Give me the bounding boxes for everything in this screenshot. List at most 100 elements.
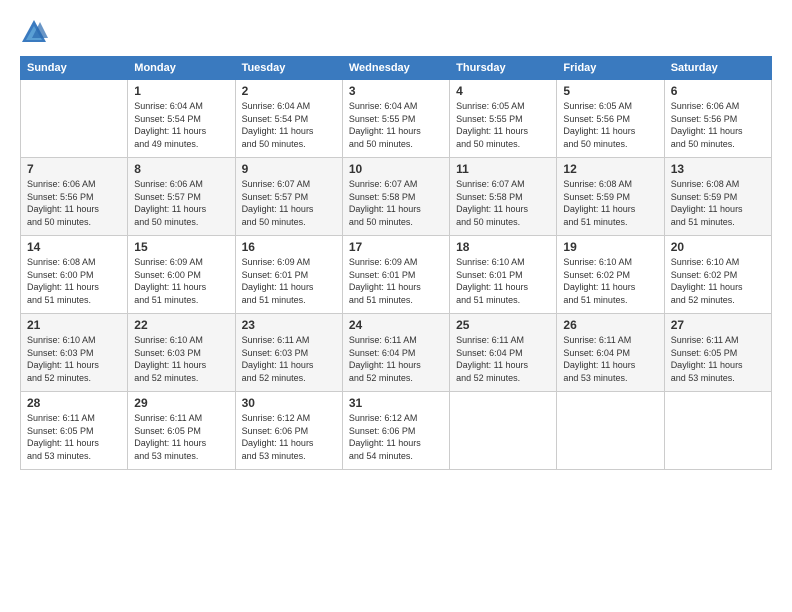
calendar-cell: 10 Sunrise: 6:07 AM Sunset: 5:58 PM Dayli…	[342, 158, 449, 236]
calendar-cell: 6Sunrise: 6:06 AM Sunset: 5:56 PM Daylig…	[664, 80, 771, 158]
day-info: Sunrise: 6:07 AM Sunset: 5:58 PM Dayligh…	[349, 178, 443, 228]
calendar-week-3: 14Sunrise: 6:08 AM Sunset: 6:00 PM Dayli…	[21, 236, 772, 314]
calendar-cell: 2 Sunrise: 6:04 AM Sunset: 5:54 PM Daylig…	[235, 80, 342, 158]
day-info: Sunrise: 6:07 AM Sunset: 5:57 PM Dayligh…	[242, 178, 336, 228]
day-info: Sunrise: 6:12 AM Sunset: 6:06 PM Dayligh…	[349, 412, 443, 462]
calendar-cell: 11 Sunrise: 6:07 AM Sunset: 5:58 PM Dayli…	[450, 158, 557, 236]
day-info: Sunrise: 6:12 AM Sunset: 6:06 PM Dayligh…	[242, 412, 336, 462]
day-info: Sunrise: 6:05 AM Sunset: 5:55 PM Dayligh…	[456, 100, 550, 150]
calendar-cell: 30 Sunrise: 6:12 AM Sunset: 6:06 PM Dayli…	[235, 392, 342, 470]
day-info: Sunrise: 6:11 AM Sunset: 6:04 PM Dayligh…	[349, 334, 443, 384]
day-number: 11	[456, 162, 550, 176]
calendar-table: SundayMondayTuesdayWednesdayThursdayFrid…	[20, 56, 772, 470]
calendar-cell: 16Sunrise: 6:09 AM Sunset: 6:01 PM Dayli…	[235, 236, 342, 314]
calendar-cell: 14Sunrise: 6:08 AM Sunset: 6:00 PM Dayli…	[21, 236, 128, 314]
calendar-cell: 22 Sunrise: 6:10 AM Sunset: 6:03 PM Dayli…	[128, 314, 235, 392]
day-info: Sunrise: 6:10 AM Sunset: 6:02 PM Dayligh…	[563, 256, 657, 306]
calendar-cell: 29Sunrise: 6:11 AM Sunset: 6:05 PM Dayli…	[128, 392, 235, 470]
day-info: Sunrise: 6:10 AM Sunset: 6:03 PM Dayligh…	[134, 334, 228, 384]
calendar-week-1: 1 Sunrise: 6:04 AM Sunset: 5:54 PM Daylig…	[21, 80, 772, 158]
weekday-header-wednesday: Wednesday	[342, 57, 449, 80]
day-info: Sunrise: 6:11 AM Sunset: 6:03 PM Dayligh…	[242, 334, 336, 384]
calendar-cell: 5Sunrise: 6:05 AM Sunset: 5:56 PM Daylig…	[557, 80, 664, 158]
calendar-cell	[664, 392, 771, 470]
weekday-header-friday: Friday	[557, 57, 664, 80]
day-info: Sunrise: 6:04 AM Sunset: 5:54 PM Dayligh…	[134, 100, 228, 150]
calendar-cell: 1 Sunrise: 6:04 AM Sunset: 5:54 PM Daylig…	[128, 80, 235, 158]
day-number: 25	[456, 318, 550, 332]
weekday-header-sunday: Sunday	[21, 57, 128, 80]
day-info: Sunrise: 6:08 AM Sunset: 6:00 PM Dayligh…	[27, 256, 121, 306]
calendar-cell: 12 Sunrise: 6:08 AM Sunset: 5:59 PM Dayli…	[557, 158, 664, 236]
calendar-cell	[21, 80, 128, 158]
calendar-cell: 27 Sunrise: 6:11 AM Sunset: 6:05 PM Dayli…	[664, 314, 771, 392]
day-number: 1	[134, 84, 228, 98]
day-info: Sunrise: 6:08 AM Sunset: 5:59 PM Dayligh…	[563, 178, 657, 228]
weekday-header-row: SundayMondayTuesdayWednesdayThursdayFrid…	[21, 57, 772, 80]
day-number: 13	[671, 162, 765, 176]
day-number: 30	[242, 396, 336, 410]
day-number: 23	[242, 318, 336, 332]
calendar-body: 1 Sunrise: 6:04 AM Sunset: 5:54 PM Daylig…	[21, 80, 772, 470]
header	[20, 18, 772, 46]
day-number: 20	[671, 240, 765, 254]
logo	[20, 18, 52, 46]
day-number: 16	[242, 240, 336, 254]
day-number: 17	[349, 240, 443, 254]
day-number: 7	[27, 162, 121, 176]
day-number: 15	[134, 240, 228, 254]
calendar-cell	[450, 392, 557, 470]
calendar-header: SundayMondayTuesdayWednesdayThursdayFrid…	[21, 57, 772, 80]
day-info: Sunrise: 6:07 AM Sunset: 5:58 PM Dayligh…	[456, 178, 550, 228]
day-number: 8	[134, 162, 228, 176]
day-info: Sunrise: 6:04 AM Sunset: 5:54 PM Dayligh…	[242, 100, 336, 150]
day-number: 10	[349, 162, 443, 176]
page: SundayMondayTuesdayWednesdayThursdayFrid…	[0, 0, 792, 612]
day-info: Sunrise: 6:10 AM Sunset: 6:03 PM Dayligh…	[27, 334, 121, 384]
logo-icon	[20, 18, 48, 46]
weekday-header-saturday: Saturday	[664, 57, 771, 80]
day-info: Sunrise: 6:06 AM Sunset: 5:57 PM Dayligh…	[134, 178, 228, 228]
calendar-cell: 3Sunrise: 6:04 AM Sunset: 5:55 PM Daylig…	[342, 80, 449, 158]
calendar-cell: 31 Sunrise: 6:12 AM Sunset: 6:06 PM Dayli…	[342, 392, 449, 470]
weekday-header-tuesday: Tuesday	[235, 57, 342, 80]
calendar-cell: 17 Sunrise: 6:09 AM Sunset: 6:01 PM Dayli…	[342, 236, 449, 314]
day-number: 18	[456, 240, 550, 254]
day-number: 12	[563, 162, 657, 176]
calendar-cell: 8 Sunrise: 6:06 AM Sunset: 5:57 PM Daylig…	[128, 158, 235, 236]
calendar-week-2: 7 Sunrise: 6:06 AM Sunset: 5:56 PM Daylig…	[21, 158, 772, 236]
calendar-cell: 23 Sunrise: 6:11 AM Sunset: 6:03 PM Dayli…	[235, 314, 342, 392]
day-number: 2	[242, 84, 336, 98]
day-info: Sunrise: 6:10 AM Sunset: 6:01 PM Dayligh…	[456, 256, 550, 306]
day-info: Sunrise: 6:05 AM Sunset: 5:56 PM Dayligh…	[563, 100, 657, 150]
calendar-cell: 18 Sunrise: 6:10 AM Sunset: 6:01 PM Dayli…	[450, 236, 557, 314]
day-number: 28	[27, 396, 121, 410]
calendar-cell: 13 Sunrise: 6:08 AM Sunset: 5:59 PM Dayli…	[664, 158, 771, 236]
calendar-cell: 15Sunrise: 6:09 AM Sunset: 6:00 PM Dayli…	[128, 236, 235, 314]
calendar-cell: 7 Sunrise: 6:06 AM Sunset: 5:56 PM Daylig…	[21, 158, 128, 236]
calendar-cell: 4 Sunrise: 6:05 AM Sunset: 5:55 PM Daylig…	[450, 80, 557, 158]
calendar-cell: 19 Sunrise: 6:10 AM Sunset: 6:02 PM Dayli…	[557, 236, 664, 314]
day-number: 22	[134, 318, 228, 332]
day-number: 21	[27, 318, 121, 332]
day-number: 29	[134, 396, 228, 410]
day-info: Sunrise: 6:09 AM Sunset: 6:01 PM Dayligh…	[349, 256, 443, 306]
weekday-header-monday: Monday	[128, 57, 235, 80]
day-number: 31	[349, 396, 443, 410]
weekday-header-thursday: Thursday	[450, 57, 557, 80]
day-number: 4	[456, 84, 550, 98]
day-number: 24	[349, 318, 443, 332]
day-info: Sunrise: 6:06 AM Sunset: 5:56 PM Dayligh…	[27, 178, 121, 228]
day-info: Sunrise: 6:08 AM Sunset: 5:59 PM Dayligh…	[671, 178, 765, 228]
calendar-cell: 25Sunrise: 6:11 AM Sunset: 6:04 PM Dayli…	[450, 314, 557, 392]
day-info: Sunrise: 6:11 AM Sunset: 6:05 PM Dayligh…	[671, 334, 765, 384]
calendar-cell: 28 Sunrise: 6:11 AM Sunset: 6:05 PM Dayli…	[21, 392, 128, 470]
day-number: 26	[563, 318, 657, 332]
calendar-week-5: 28 Sunrise: 6:11 AM Sunset: 6:05 PM Dayli…	[21, 392, 772, 470]
day-number: 19	[563, 240, 657, 254]
day-info: Sunrise: 6:11 AM Sunset: 6:04 PM Dayligh…	[563, 334, 657, 384]
calendar-cell: 26 Sunrise: 6:11 AM Sunset: 6:04 PM Dayli…	[557, 314, 664, 392]
day-info: Sunrise: 6:11 AM Sunset: 6:05 PM Dayligh…	[27, 412, 121, 462]
day-number: 27	[671, 318, 765, 332]
day-number: 9	[242, 162, 336, 176]
